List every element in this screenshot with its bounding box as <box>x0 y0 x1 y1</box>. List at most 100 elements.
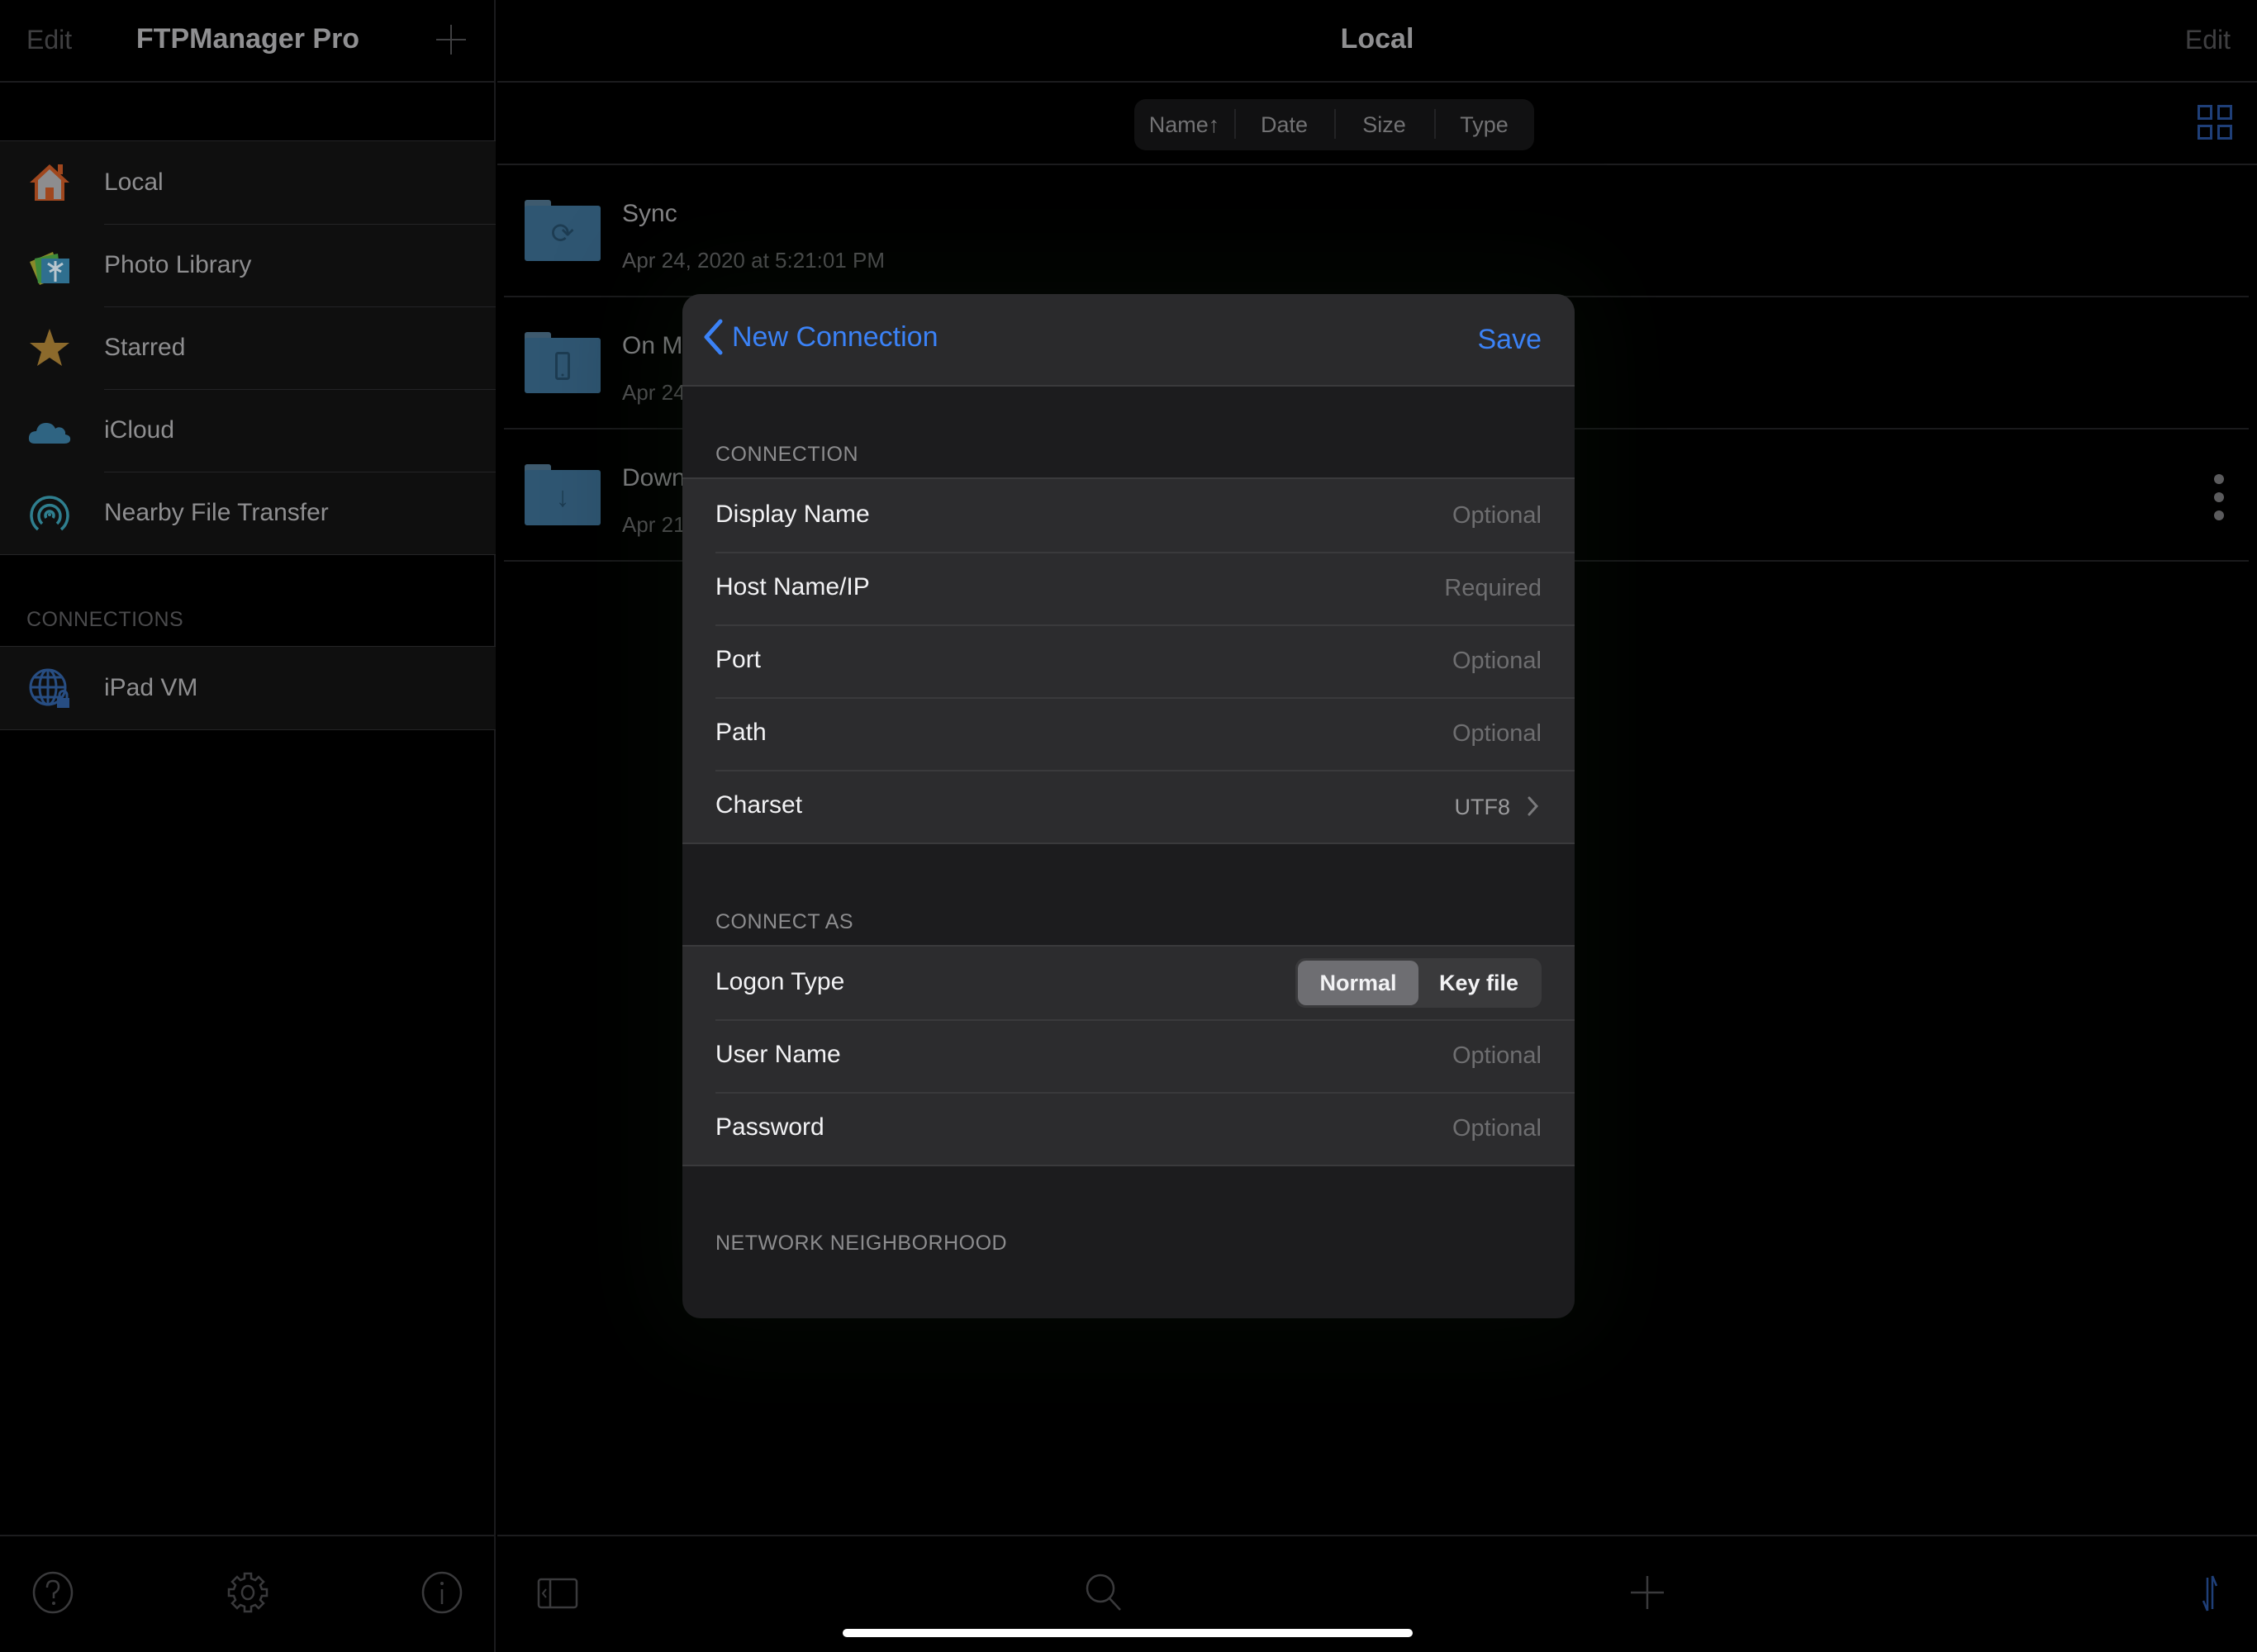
field-label: Path <box>715 719 767 746</box>
field-label: Display Name <box>715 501 870 528</box>
display-name-field[interactable] <box>1128 496 1542 535</box>
logon-type-key-file[interactable]: Key file <box>1418 961 1539 1005</box>
field-label: Password <box>715 1113 824 1141</box>
sort-by-name[interactable]: Name↑ <box>1134 112 1234 138</box>
path-field[interactable] <box>1128 714 1542 753</box>
file-row[interactable]: ⟳ Sync Apr 24, 2020 at 5:21:01 PM <box>504 165 2249 297</box>
field-label: Port <box>715 646 762 673</box>
search-icon[interactable] <box>1082 1571 1125 1614</box>
connection-group: Display Name Host Name/IP Port Path Char… <box>682 477 1575 844</box>
logon-type-segmented-control: Normal Key file <box>1295 958 1542 1008</box>
chevron-left-icon <box>704 319 723 355</box>
globe-lock-icon <box>29 668 69 708</box>
new-connection-dialog: New Connection Save CONNECTION Display N… <box>682 294 1575 1318</box>
sidebar-item-label: Photo Library <box>104 251 252 278</box>
sidebar-item-label: Starred <box>104 334 186 361</box>
path-row: Path <box>682 697 1575 770</box>
host-name-row: Host Name/IP <box>682 552 1575 624</box>
sync-icon: ⟳ <box>550 217 575 249</box>
folder-icon <box>525 332 601 393</box>
file-name: Sync <box>622 200 677 227</box>
logon-type-normal[interactable]: Normal <box>1298 961 1418 1005</box>
info-icon[interactable] <box>421 1571 463 1614</box>
grid-icon-cell <box>2217 125 2232 140</box>
more-icon-dot <box>2214 492 2224 502</box>
connection-label: iPad VM <box>104 674 198 701</box>
gear-icon[interactable] <box>226 1571 269 1614</box>
port-row: Port <box>682 624 1575 697</box>
folder-icon: ⟳ <box>525 200 601 261</box>
dialog-title: New Connection <box>732 320 938 353</box>
sidebar-locations: Local Photo Library Starred iCloud Nearb… <box>0 140 496 555</box>
main-edit-button[interactable]: Edit <box>2185 25 2231 55</box>
sort-by-type[interactable]: Type <box>1434 108 1534 139</box>
section-header-connect-as: CONNECT AS <box>715 910 854 933</box>
port-field[interactable] <box>1128 641 1542 681</box>
field-label: User Name <box>715 1041 841 1068</box>
charset-value: UTF8 <box>1454 795 1511 819</box>
back-button[interactable]: New Connection <box>702 319 938 355</box>
sidebar-item-nearby-file-transfer[interactable]: Nearby File Transfer <box>0 472 496 554</box>
connections-list: iPad VM <box>0 646 496 730</box>
charset-row[interactable]: Charset UTF8 <box>682 770 1575 843</box>
sidebar-nav-bar: Edit FTPManager Pro <box>0 0 496 83</box>
file-name: On M <box>622 332 683 359</box>
file-name: Down <box>622 464 686 491</box>
download-icon: ↓ <box>555 482 570 513</box>
sidebar-toggle-icon[interactable] <box>537 1571 580 1614</box>
sidebar-item-label: iCloud <box>104 416 175 444</box>
user-name-field[interactable] <box>1128 1036 1542 1075</box>
sidebar-item-starred[interactable]: Starred <box>0 306 496 389</box>
sidebar-item-label: Nearby File Transfer <box>104 499 329 526</box>
grid-icon <box>2198 105 2212 120</box>
section-header-connection: CONNECTION <box>715 443 859 466</box>
logon-type-row: Logon Type Normal Key file <box>682 947 1575 1019</box>
sidebar-item-label: Local <box>104 169 164 196</box>
airdrop-icon <box>30 496 69 531</box>
sidebar-toolbar <box>0 1535 496 1652</box>
sidebar-item-photo-library[interactable]: Photo Library <box>0 224 496 306</box>
help-icon[interactable] <box>31 1571 74 1614</box>
cloud-icon <box>28 423 71 444</box>
main-nav-bar: Local Edit <box>497 0 2257 83</box>
more-icon <box>2214 474 2224 484</box>
add-connection-button[interactable] <box>436 25 466 55</box>
home-indicator[interactable] <box>843 1629 1413 1637</box>
save-button[interactable]: Save <box>1478 324 1542 356</box>
grid-view-button[interactable] <box>2198 105 2234 141</box>
folder-icon: ↓ <box>525 464 601 525</box>
host-name-field[interactable] <box>1128 568 1542 608</box>
password-row: Password <box>682 1092 1575 1165</box>
field-label: Host Name/IP <box>715 573 870 601</box>
sidebar-item-icloud[interactable]: iCloud <box>0 389 496 472</box>
sort-by-size[interactable]: Size <box>1334 108 1434 139</box>
photo-library-icon <box>30 252 69 285</box>
display-name-row: Display Name <box>682 479 1575 552</box>
device-icon <box>525 338 601 393</box>
user-name-row: User Name <box>682 1019 1575 1092</box>
transfer-icon[interactable] <box>2189 1571 2232 1614</box>
grid-icon-cell <box>2217 105 2232 120</box>
file-date: Apr 24 <box>622 380 686 405</box>
sidebar-item-local[interactable]: Local <box>0 141 496 224</box>
plus-icon[interactable] <box>1626 1571 1669 1614</box>
sort-by-date[interactable]: Date <box>1234 108 1334 139</box>
file-date: Apr 21 <box>622 512 686 537</box>
house-icon <box>30 164 69 201</box>
star-icon <box>30 329 69 366</box>
page-title: Local <box>1340 23 1414 55</box>
more-options-button[interactable] <box>2214 474 2224 520</box>
connect-as-group: Logon Type Normal Key file User Name Pas… <box>682 945 1575 1166</box>
field-label: Charset <box>715 791 803 819</box>
app-title: FTPManager Pro <box>135 23 360 55</box>
connections-header: CONNECTIONS <box>26 608 184 631</box>
password-field[interactable] <box>1128 1108 1542 1148</box>
sidebar: Edit FTPManager Pro Local Photo Library <box>0 0 496 1652</box>
grid-icon-cell <box>2198 125 2212 140</box>
file-date: Apr 24, 2020 at 5:21:01 PM <box>622 248 885 273</box>
chevron-right-icon <box>1528 796 1539 816</box>
connection-item-ipad-vm[interactable]: iPad VM <box>0 647 496 729</box>
sort-control: Name↑ Date Size Type <box>1134 99 1534 150</box>
more-icon-dot <box>2214 510 2224 520</box>
field-label: Logon Type <box>715 968 845 995</box>
